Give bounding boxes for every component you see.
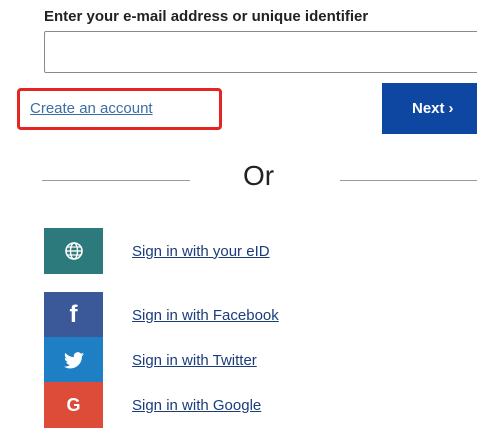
or-separator: Or <box>243 160 275 191</box>
globe-icon <box>44 228 103 274</box>
sign-in-google-link[interactable]: Sign in with Google <box>132 397 261 414</box>
facebook-icon: f <box>44 292 103 338</box>
facebook-glyph: f <box>69 301 78 328</box>
divider-left <box>42 180 190 181</box>
twitter-icon <box>44 337 103 383</box>
sign-in-eid-row[interactable]: Sign in with your eID <box>44 228 477 274</box>
next-button-label: Next <box>412 100 445 117</box>
sign-in-facebook-row[interactable]: f Sign in with Facebook <box>44 292 477 338</box>
divider-right <box>340 180 477 181</box>
sign-in-google-row[interactable]: G Sign in with Google <box>44 382 477 428</box>
email-label: Enter your e-mail address or unique iden… <box>44 8 369 25</box>
google-icon: G <box>44 382 103 428</box>
create-account-link[interactable]: Create an account <box>30 100 153 117</box>
sign-in-twitter-link[interactable]: Sign in with Twitter <box>132 352 257 369</box>
sign-in-twitter-row[interactable]: Sign in with Twitter <box>44 337 477 383</box>
sign-in-facebook-link[interactable]: Sign in with Facebook <box>132 307 279 324</box>
google-glyph: G <box>66 394 81 415</box>
next-button[interactable]: Next › <box>382 83 477 134</box>
sign-in-eid-link[interactable]: Sign in with your eID <box>132 243 270 260</box>
chevron-right-icon: › <box>448 100 454 117</box>
email-input[interactable] <box>44 31 477 73</box>
